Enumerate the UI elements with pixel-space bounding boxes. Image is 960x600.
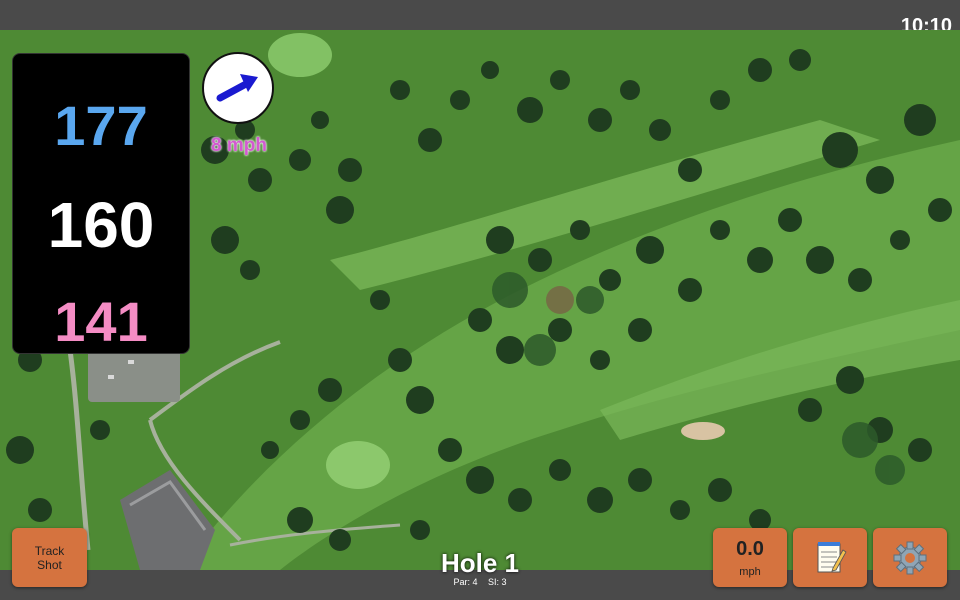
wind-speed: 8 mph [211, 135, 267, 156]
speed-unit: mph [739, 566, 761, 578]
yardage-panel: 177 160 141 [12, 53, 190, 354]
course-map[interactable]: 177 160 141 8 mph [0, 30, 960, 570]
notepad-icon [817, 542, 847, 573]
stroke-index-label: SI: 3 [488, 577, 507, 587]
par-label: Par: 4 [453, 577, 478, 587]
speed-button[interactable]: 0.0 mph [713, 528, 787, 587]
track-shot-label-line2: Shot [37, 558, 62, 572]
status-bar: 10:10 [0, 0, 960, 37]
wind-indicator [202, 52, 274, 124]
hole-info: Par: 4 SI: 3 [380, 577, 580, 588]
wind-arrow-icon [216, 74, 258, 102]
track-shot-button[interactable]: Track Shot [12, 528, 87, 587]
hole-title: Hole 1 [440, 548, 520, 578]
track-shot-label-line1: Track [34, 544, 65, 558]
front-yardage: 141 [54, 290, 148, 353]
middle-yardage: 160 [47, 189, 155, 261]
notes-button[interactable] [793, 528, 867, 587]
back-yardage: 177 [54, 94, 148, 157]
settings-button[interactable] [873, 528, 947, 587]
gear-icon [893, 541, 927, 575]
speed-value: 0.0 [736, 538, 764, 560]
